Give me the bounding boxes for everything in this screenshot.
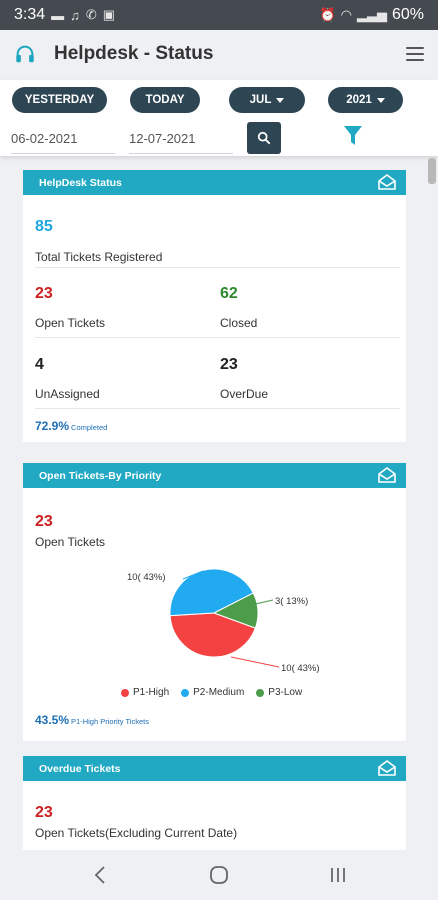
hamburger-menu-icon[interactable] [406,47,424,61]
back-button[interactable] [80,855,120,895]
priority-open-count: 23 [35,513,53,530]
pie-data-label: 10( 43%) [281,663,320,674]
legend-swatch-high [121,688,129,697]
pie-leader-line [230,656,280,668]
signal-icon: ▂▃▅ [356,7,387,22]
filter-icon[interactable] [343,125,363,147]
high-priority-value: 43.5% [35,713,70,727]
legend-swatch-medium [181,688,190,697]
divider [35,337,400,338]
back-icon [94,866,105,884]
month-value: JUL [249,94,272,106]
to-date-value: 12-07-2021 [129,131,196,146]
scrollbar[interactable] [428,158,436,184]
divider [35,408,400,409]
priority-card: Open Tickets-By Priority 23 Open Tickets… [23,463,406,741]
wifi-icon: ◠ [340,7,352,22]
closed-count: 62 [220,285,238,302]
dashboard-content[interactable]: HelpDesk Status 85 Total Tickets Registe… [0,158,438,850]
card-header: Overdue Tickets [23,756,406,781]
today-button[interactable]: TODAY [130,87,200,113]
app-notification-icon: ▣ [102,7,116,22]
message-icon: ▬ [51,7,65,23]
filter-bar: YESTERDAY TODAY JUL 2021 06-02-2021 12-0… [0,80,438,156]
status-time: 3:34 [14,6,46,23]
open-tickets-count: 23 [35,285,53,302]
year-value: 2021 [346,94,372,106]
legend-label-high: P1-High [133,687,170,698]
overdue-count: 23 [220,356,238,373]
card-header: Open Tickets-By Priority [23,463,406,488]
battery-percentage: 60% [391,6,424,23]
status-bar: 3:34 ▬ ♫ ✆ ▣ ⏰ ◠ ▂▃▅ 60% [0,0,438,30]
helpdesk-status-card: HelpDesk Status 85 Total Tickets Registe… [23,170,406,442]
pie-data-label: 10( 43%) [127,572,166,583]
closed-label: Closed [220,316,258,330]
priority-open-label: Open Tickets [35,535,106,549]
overdue-tickets-card: Overdue Tickets 23 Open Tickets(Excludin… [23,756,406,850]
system-nav-bar [0,850,438,900]
month-dropdown[interactable]: JUL [229,87,305,113]
card-title: Open Tickets-By Priority [39,469,162,482]
chevron-down-icon [276,97,285,103]
alarm-icon: ⏰ [319,7,336,22]
home-button[interactable] [199,855,239,895]
high-priority-percentage: 43.5% P1-High Priority Tickets [35,713,149,727]
legend-swatch-low [256,688,265,697]
chart-legend: P1-High P2-Medium P3-Low [121,687,302,698]
legend-label-low: P3-Low [268,687,303,698]
mail-icon[interactable] [378,467,396,483]
yesterday-button-label: YESTERDAY [24,94,95,106]
from-date-field[interactable]: 06-02-2021 [11,124,115,154]
overdue-tickets-label: Open Tickets(Excluding Current Date) [35,826,238,840]
completed-percentage: 72.9% Completed [35,419,107,433]
to-date-field[interactable]: 12-07-2021 [129,124,233,154]
mail-icon[interactable] [378,760,396,776]
phone-icon: ✆ [85,7,97,22]
pie-data-label: 3( 13%) [275,596,308,607]
chevron-down-icon [376,97,385,103]
year-dropdown[interactable]: 2021 [328,87,403,113]
search-button[interactable] [247,122,281,154]
overdue-label: OverDue [220,387,269,401]
unassigned-count: 4 [35,356,44,373]
mail-icon[interactable] [378,174,396,190]
total-tickets-count: 85 [35,218,53,235]
yesterday-button[interactable]: YESTERDAY [12,87,107,113]
card-title: Overdue Tickets [39,762,121,775]
open-tickets-label: Open Tickets [35,316,106,330]
card-title: HelpDesk Status [39,176,122,189]
priority-pie-chart: 10( 43%) 10( 43%) 3( 13%) [127,568,320,674]
from-date-value: 06-02-2021 [11,131,78,146]
completed-label: Completed [71,423,108,432]
home-icon [210,866,228,884]
today-button-label: TODAY [145,94,185,106]
total-tickets-label: Total Tickets Registered [35,250,163,264]
completed-value: 72.9% [35,419,70,433]
notification-bell-icon: ♫ [70,7,80,23]
app-bar: Helpdesk - Status [0,30,438,78]
high-priority-label: P1-High Priority Tickets [71,717,149,726]
divider [35,267,400,268]
legend-label-medium: P2-Medium [193,687,245,698]
search-icon [257,131,271,145]
headset-icon [16,45,34,63]
recents-button[interactable] [318,855,358,895]
overdue-tickets-count: 23 [35,804,53,821]
card-header: HelpDesk Status [23,170,406,195]
page-title: Helpdesk - Status [54,43,214,64]
recents-icon [331,868,346,882]
unassigned-label: UnAssigned [35,387,100,401]
